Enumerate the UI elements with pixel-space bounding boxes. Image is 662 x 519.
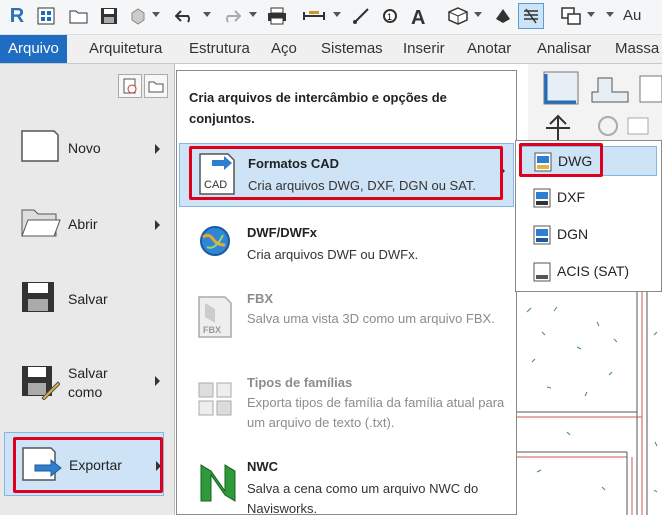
measure-dropdown-icon[interactable] [333,12,341,17]
switch-windows-dropdown-icon[interactable] [587,12,595,17]
tag-icon[interactable]: 1 [379,5,401,27]
tab-estrutura[interactable]: Estrutura [189,35,250,63]
thin-lines-icon[interactable] [518,3,544,29]
export-item-description: Salva a cena como um arquivo NWC do Navi… [247,481,479,516]
redo-icon[interactable] [220,5,242,27]
export-submenu: Cria arquivos de intercâmbio e opções de… [176,70,517,516]
svg-text:1: 1 [387,12,392,22]
tab-aco[interactable]: Aço [271,35,297,63]
format-item-dgn[interactable]: DGN [519,220,657,250]
svg-text:A: A [411,7,425,26]
format-item-dxf[interactable]: DXF [519,183,657,213]
tab-massa[interactable]: Massa e [615,35,662,63]
search-text: Au [623,7,642,24]
measure-icon[interactable] [303,5,325,27]
dxf-file-icon [533,188,551,213]
tab-arquitetura[interactable]: Arquitetura [89,35,162,63]
open-documents-icon[interactable] [144,74,168,98]
customize-toolbar-icon[interactable] [606,12,614,17]
export-item-description: Cria arquivos DWF ou DWFx. [247,247,419,262]
switch-windows-icon[interactable] [560,5,582,27]
quick-access-toolbar: R 1 A Au [0,0,662,35]
3d-view-dropdown-icon[interactable] [474,12,482,17]
new-document-icon [20,128,60,169]
menu-item-salvar[interactable]: Salvar [4,268,164,328]
fbx-icon-text: FBX [203,325,221,335]
tab-inserir[interactable]: Inserir [403,35,445,63]
submenu-arrow-icon [155,376,160,386]
export-item-description: Salva uma vista 3D como um arquivo FBX. [247,311,495,326]
dgn-file-icon [533,225,551,250]
tab-analisar[interactable]: Analisar [537,35,591,63]
menu-item-label: Novo [68,140,101,156]
sync-dropdown-icon[interactable] [152,12,160,17]
exportar-highlight-box [13,437,163,493]
text-icon[interactable]: A [408,5,430,27]
ribbon-tab-bar: Arquivo Arquitetura Estrutura Aço Sistem… [0,35,662,64]
save-large-icon [20,280,56,319]
recent-documents-icon[interactable] [118,74,142,98]
revit-logo-icon[interactable]: R [6,5,28,27]
recent-open-toggle [118,74,168,98]
globe-icon [197,223,233,264]
format-item-acis-sat[interactable]: ACIS (SAT) [519,257,657,287]
export-item-nwc[interactable]: NWC Salva a cena como um arquivo NWC do … [179,453,514,516]
print-icon[interactable] [266,5,288,27]
drawing-linework [517,292,658,515]
export-item-title: FBX [247,291,273,306]
tab-arquivo[interactable]: Arquivo [0,35,67,63]
aligned-dimension-icon[interactable] [350,5,372,27]
save-as-icon [20,364,61,405]
undo-dropdown-icon[interactable] [203,12,211,17]
sync-icon[interactable] [127,5,149,27]
submenu-arrow-icon [155,144,160,154]
formatos-cad-highlight-box [189,146,503,200]
dwg-highlight-box [519,143,603,177]
menu-item-label: Salvar como [68,365,108,400]
fbx-icon: FBX [197,295,233,344]
drawing-area[interactable] [517,292,662,515]
export-item-tipos-de-familias: Tipos de famílias Exporta tipos de famíl… [179,369,514,439]
export-item-title: NWC [247,459,279,474]
format-item-label: DGN [557,226,589,242]
family-types-icon [197,381,237,426]
export-item-fbx: FBX FBX Salva uma vista 3D como um arqui… [179,287,514,363]
export-item-dwf[interactable]: DWF/DWFx Cria arquivos DWF ou DWFx. [179,217,514,277]
navisworks-icon [197,461,237,508]
redo-dropdown-icon[interactable] [249,12,257,17]
section-icon[interactable] [492,5,514,27]
open-folder-large-icon [20,204,62,245]
menu-item-label: Salvar [68,291,108,307]
menu-item-novo[interactable]: Novo [4,118,164,178]
export-item-title: DWF/DWFx [247,225,318,240]
menu-item-abrir[interactable]: Abrir [4,194,164,254]
export-item-title: Tipos de famílias [247,375,353,390]
format-item-label: ACIS (SAT) [557,263,630,279]
submenu-arrow-icon [155,220,160,230]
undo-icon[interactable] [174,5,196,27]
export-item-description: Exporta tipos de família da família atua… [247,395,505,430]
format-item-label: DXF [557,189,585,205]
home-grid-icon[interactable] [35,5,57,27]
menu-item-label: Abrir [68,216,98,232]
submenu-header: Cria arquivos de intercâmbio e opções de… [189,90,447,126]
tab-anotar[interactable]: Anotar [467,35,511,63]
tab-sistemas[interactable]: Sistemas [321,35,383,63]
3d-view-icon[interactable] [447,5,469,27]
save-icon[interactable] [98,5,120,27]
open-folder-icon[interactable] [68,5,90,27]
menu-item-salvar-como[interactable]: Salvar como [4,350,164,410]
sat-file-icon [533,262,551,287]
